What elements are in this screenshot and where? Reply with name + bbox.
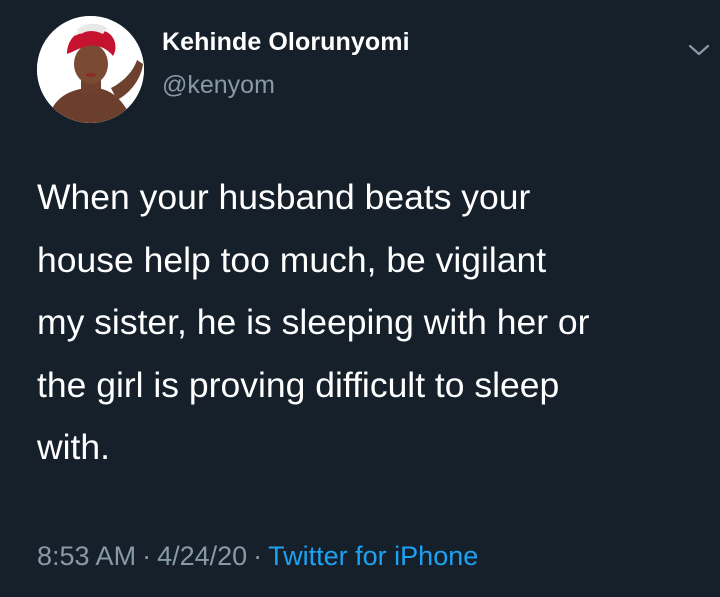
tweet-source-link[interactable]: Twitter for iPhone xyxy=(268,541,478,571)
tweet-date[interactable]: 4/24/20 xyxy=(157,541,247,571)
tweet-meta: 8:53 AM · 4/24/20 · Twitter for iPhone xyxy=(37,541,478,572)
tweet-text-line: the girl is proving difficult to sleep xyxy=(37,364,560,405)
tweet-text-line: When your husband beats your xyxy=(37,177,531,217)
tweet-time[interactable]: 8:53 AM xyxy=(37,541,136,571)
tweet-text-line: with. xyxy=(37,427,110,467)
chevron-down-icon[interactable] xyxy=(686,40,712,60)
meta-separator: · xyxy=(253,541,263,571)
meta-separator: · xyxy=(142,541,152,571)
tweet-text: When your husband beats your house help … xyxy=(37,166,697,479)
tweet-text-line: my sister, he is sleeping with her or xyxy=(37,302,590,342)
author-handle[interactable]: @kenyom xyxy=(162,71,275,100)
tweet-card: Kehinde Olorunyomi @kenyom When your hus… xyxy=(0,0,720,597)
tweet-text-line: house help too much, be vigilant xyxy=(37,239,547,280)
avatar-image xyxy=(37,16,144,123)
author-name[interactable]: Kehinde Olorunyomi xyxy=(162,28,410,57)
avatar[interactable] xyxy=(37,16,144,123)
